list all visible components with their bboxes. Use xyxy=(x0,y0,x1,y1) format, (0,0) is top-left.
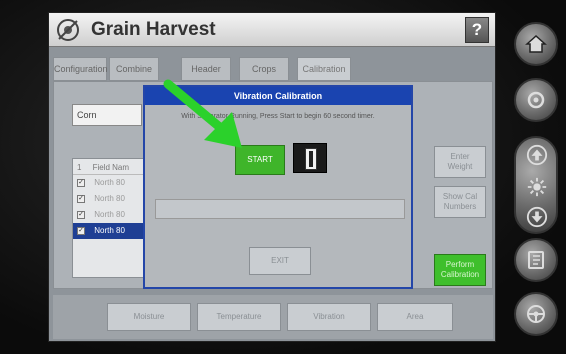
down-arrow-icon[interactable] xyxy=(526,206,548,228)
field-list-header-index: 1 xyxy=(77,163,82,172)
field-checkbox[interactable]: ✓ xyxy=(77,226,85,235)
wrench-icon xyxy=(527,91,545,109)
timer-progress-bar xyxy=(155,199,405,219)
field-row-label: North 80 xyxy=(94,178,125,187)
field-list-header: 1 Field Nam xyxy=(73,159,145,175)
vibration-button[interactable]: Vibration xyxy=(287,303,371,331)
home-icon xyxy=(525,34,547,53)
field-row[interactable]: ✓ North 80 xyxy=(73,175,145,191)
enter-weight-button[interactable]: Enter Weight xyxy=(434,146,486,178)
home-hardware-button[interactable] xyxy=(514,22,558,66)
book-icon xyxy=(528,251,544,269)
display-screen: Grain Harvest ? Configuration Combine He… xyxy=(48,12,496,342)
vibration-indicator-knob xyxy=(305,148,317,170)
steering-hardware-button[interactable] xyxy=(514,292,558,336)
tab-calibration[interactable]: Calibration xyxy=(297,57,351,81)
area-button[interactable]: Area xyxy=(377,303,453,331)
field-row-selected[interactable]: ✓ North 80 xyxy=(73,223,145,239)
field-checkbox[interactable]: ✓ xyxy=(77,210,85,219)
title-bar: Grain Harvest ? xyxy=(49,13,495,47)
field-checkbox[interactable]: ✓ xyxy=(77,194,85,203)
field-list-header-label: Field Nam xyxy=(92,163,130,172)
settings-hardware-button[interactable] xyxy=(514,78,558,122)
field-row[interactable]: ✓ North 80 xyxy=(73,207,145,223)
page-title: Grain Harvest xyxy=(91,19,216,40)
crop-select[interactable]: Corn xyxy=(72,104,142,126)
show-cal-numbers-button[interactable]: Show Cal Numbers xyxy=(434,186,486,218)
green-pointer-arrow-icon xyxy=(163,79,242,148)
field-list: 1 Field Nam ✓ North 80 ✓ North 80 ✓ Nort… xyxy=(72,158,146,278)
perform-calibration-button[interactable]: Perform Calibration xyxy=(434,254,486,286)
field-row-label: North 80 xyxy=(94,226,125,235)
vibration-indicator xyxy=(293,143,327,173)
help-button[interactable]: ? xyxy=(465,17,489,43)
moisture-button[interactable]: Moisture xyxy=(107,303,191,331)
exit-button[interactable]: EXIT xyxy=(249,247,311,275)
temperature-button[interactable]: Temperature xyxy=(197,303,281,331)
grain-harvest-icon xyxy=(57,19,79,41)
field-row-label: North 80 xyxy=(94,210,125,219)
up-arrow-icon[interactable] xyxy=(526,144,548,166)
scroll-rocker xyxy=(514,136,558,234)
field-checkbox[interactable]: ✓ xyxy=(77,178,85,187)
brightness-icon[interactable] xyxy=(526,176,548,198)
steering-wheel-icon xyxy=(527,305,545,323)
bottom-button-bar: Moisture Temperature Vibration Area xyxy=(53,295,493,339)
field-row[interactable]: ✓ North 80 xyxy=(73,191,145,207)
manual-hardware-button[interactable] xyxy=(514,238,558,282)
tab-configuration[interactable]: Configuration xyxy=(53,57,108,81)
field-row-label: North 80 xyxy=(94,194,125,203)
